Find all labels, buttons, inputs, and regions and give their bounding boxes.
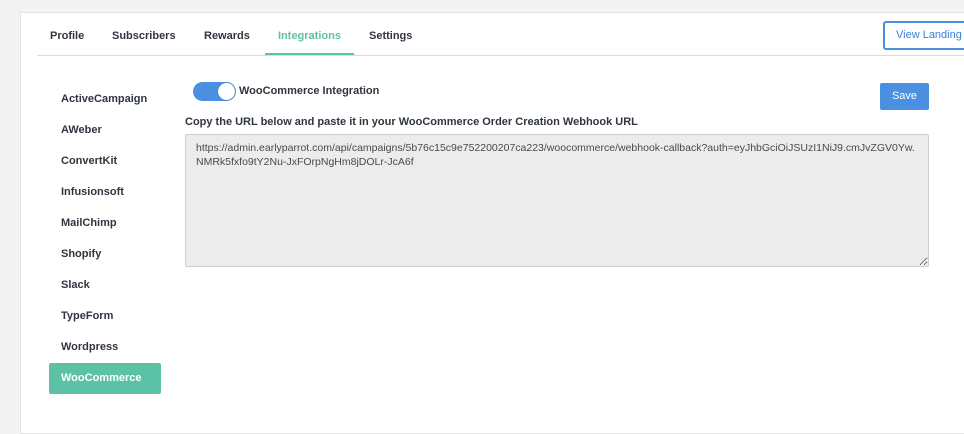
webhook-instruction: Copy the URL below and paste it in your …: [185, 116, 638, 128]
sidebar-item-aweber[interactable]: AWeber: [49, 115, 161, 146]
tab-profile[interactable]: Profile: [37, 13, 97, 55]
sidebar-item-woocommerce[interactable]: WooCommerce: [49, 363, 161, 394]
sidebar-item-infusionsoft[interactable]: Infusionsoft: [49, 177, 161, 208]
sidebar-item-mailchimp[interactable]: MailChimp: [49, 208, 161, 239]
main-card: Profile Subscribers Rewards Integrations…: [20, 12, 964, 434]
sidebar-item-activecampaign[interactable]: ActiveCampaign: [49, 84, 161, 115]
sidebar-item-typeform[interactable]: TypeForm: [49, 301, 161, 332]
tab-rewards[interactable]: Rewards: [191, 13, 263, 55]
tab-integrations[interactable]: Integrations: [265, 13, 354, 55]
toggle-knob: [218, 83, 235, 100]
tab-settings[interactable]: Settings: [356, 13, 425, 55]
tab-bar: Profile Subscribers Rewards Integrations…: [37, 13, 964, 56]
sidebar-item-slack[interactable]: Slack: [49, 270, 161, 301]
sidebar-item-convertkit[interactable]: ConvertKit: [49, 146, 161, 177]
sidebar-item-wordpress[interactable]: Wordpress: [49, 332, 161, 363]
webhook-url-textarea[interactable]: https://admin.earlyparrot.com/api/campai…: [185, 134, 929, 267]
tab-subscribers[interactable]: Subscribers: [99, 13, 189, 55]
woocommerce-integration-toggle[interactable]: [193, 82, 236, 101]
view-landing-page-button[interactable]: View Landing Page: [883, 21, 964, 50]
toggle-label: WooCommerce Integration: [239, 85, 380, 97]
save-button[interactable]: Save: [880, 83, 929, 110]
sidebar-item-shopify[interactable]: Shopify: [49, 239, 161, 270]
